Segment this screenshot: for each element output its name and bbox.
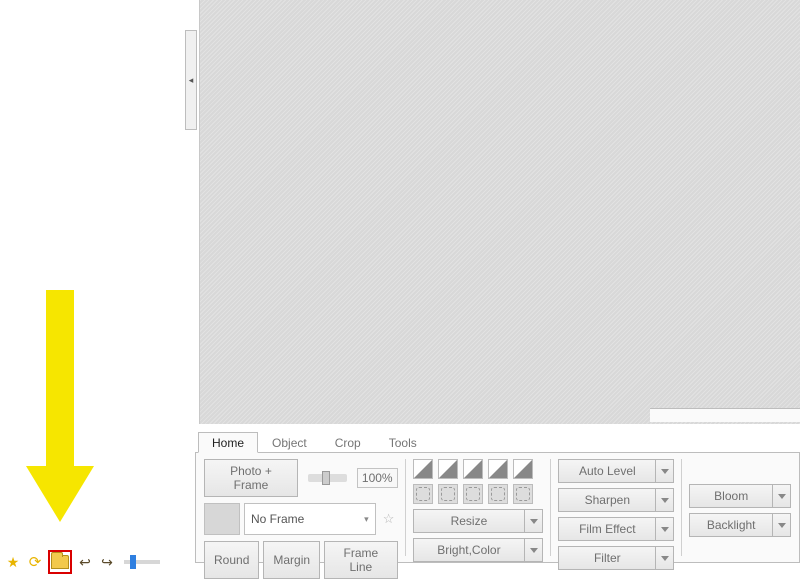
- favorite-icon[interactable]: ★: [4, 553, 22, 571]
- contrast-icon-5[interactable]: [513, 459, 533, 479]
- zoom-value: 100%: [357, 468, 398, 488]
- contrast-icon-4[interactable]: [488, 459, 508, 479]
- filter-button[interactable]: Filter: [558, 546, 656, 570]
- rotate-left-icon[interactable]: [413, 484, 433, 504]
- rotate-icon[interactable]: ⟳: [26, 553, 44, 571]
- film-effect-button[interactable]: Film Effect: [558, 517, 656, 541]
- margin-button[interactable]: Margin: [263, 541, 320, 579]
- dropdown-icon: [661, 556, 669, 561]
- canvas-area: ◂: [182, 0, 800, 424]
- resize-dropdown[interactable]: [525, 509, 543, 533]
- favorite-frame-button[interactable]: ☆: [380, 503, 398, 535]
- group-photo-frame: Photo + Frame 100% No Frame ▾ ☆ Round Ma…: [204, 459, 398, 556]
- tab-crop[interactable]: Crop: [321, 432, 375, 453]
- ribbon: Home Object Crop Tools Photo + Frame 100…: [195, 431, 800, 571]
- dropdown-icon: [778, 494, 786, 499]
- sharpen-dropdown[interactable]: [656, 488, 674, 512]
- frame-line-button[interactable]: Frame Line: [324, 541, 398, 579]
- chevron-down-icon: ▾: [364, 514, 369, 525]
- bloom-button[interactable]: Bloom: [689, 484, 773, 508]
- round-button[interactable]: Round: [204, 541, 259, 579]
- sharpen-button[interactable]: Sharpen: [558, 488, 656, 512]
- left-panel: [0, 0, 182, 576]
- bloom-dropdown[interactable]: [773, 484, 791, 508]
- divider: [550, 459, 551, 556]
- bottom-toolbar: ★ ⟳ ↩ ↪: [0, 548, 182, 576]
- flip-h-icon[interactable]: [463, 484, 483, 504]
- auto-level-button[interactable]: Auto Level: [558, 459, 656, 483]
- divider: [681, 459, 682, 556]
- tab-home[interactable]: Home: [198, 432, 258, 453]
- contrast-icon-3[interactable]: [463, 459, 483, 479]
- film-effect-dropdown[interactable]: [656, 517, 674, 541]
- open-folder-button[interactable]: [48, 550, 72, 574]
- contrast-icon-1[interactable]: [413, 459, 433, 479]
- divider: [405, 459, 406, 556]
- group-transform: Resize Bright,Color: [413, 459, 544, 556]
- redo-icon[interactable]: ↪: [98, 553, 116, 571]
- contrast-icon-2[interactable]: [438, 459, 458, 479]
- frame-slider[interactable]: [308, 474, 347, 482]
- canvas-background: [199, 0, 800, 424]
- resize-button[interactable]: Resize: [413, 509, 526, 533]
- thumbnail-size-slider[interactable]: [124, 560, 160, 564]
- crop-icon[interactable]: [513, 484, 533, 504]
- frame-thumbnail: [204, 503, 240, 535]
- group-effects: Bloom Backlight: [689, 459, 791, 556]
- frame-select-label: No Frame: [251, 512, 304, 526]
- backlight-dropdown[interactable]: [773, 513, 791, 537]
- tab-strip: Home Object Crop Tools: [195, 431, 800, 453]
- folder-icon: [51, 555, 69, 569]
- dropdown-icon: [530, 519, 538, 524]
- group-adjust: Auto Level Sharpen Film Effect Filter: [558, 459, 674, 556]
- filter-dropdown[interactable]: [656, 546, 674, 570]
- bright-color-button[interactable]: Bright,Color: [413, 538, 526, 562]
- dropdown-icon: [530, 548, 538, 553]
- ribbon-body: Photo + Frame 100% No Frame ▾ ☆ Round Ma…: [195, 453, 800, 563]
- dropdown-icon: [661, 527, 669, 532]
- photo-frame-button[interactable]: Photo + Frame: [204, 459, 298, 497]
- dropdown-icon: [778, 523, 786, 528]
- canvas-status-strip: [650, 408, 800, 422]
- tab-object[interactable]: Object: [258, 432, 321, 453]
- tab-tools[interactable]: Tools: [375, 432, 431, 453]
- undo-icon[interactable]: ↩: [76, 553, 94, 571]
- auto-level-dropdown[interactable]: [656, 459, 674, 483]
- flip-v-icon[interactable]: [488, 484, 508, 504]
- bright-color-dropdown[interactable]: [525, 538, 543, 562]
- dropdown-icon: [661, 498, 669, 503]
- rotate-right-icon[interactable]: [438, 484, 458, 504]
- frame-select[interactable]: No Frame ▾: [244, 503, 376, 535]
- panel-collapse-handle[interactable]: ◂: [185, 30, 197, 130]
- dropdown-icon: [661, 469, 669, 474]
- backlight-button[interactable]: Backlight: [689, 513, 773, 537]
